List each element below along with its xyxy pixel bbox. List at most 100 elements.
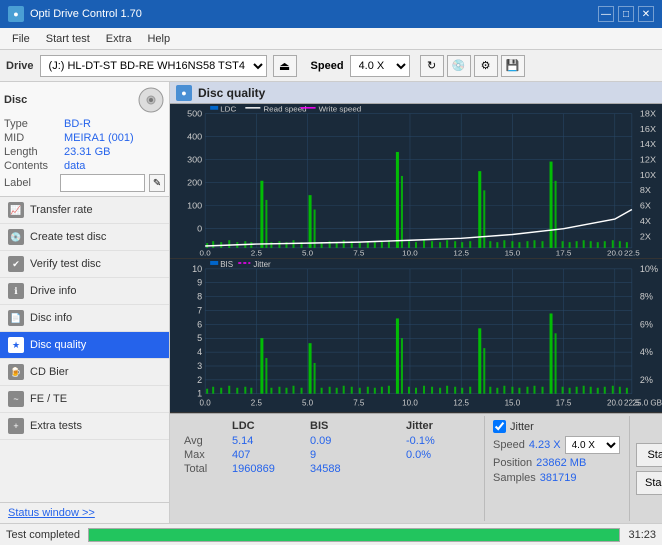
start-full-button[interactable]: Start full	[636, 443, 662, 467]
sidebar-item-disc-info[interactable]: 📄 Disc info	[0, 305, 169, 332]
progress-bar-fill	[89, 529, 619, 541]
speed-stat-label: Speed	[493, 439, 525, 451]
svg-text:2.5: 2.5	[251, 249, 263, 258]
svg-text:2%: 2%	[640, 374, 653, 384]
svg-text:4%: 4%	[640, 347, 653, 357]
disc-quality-header-icon: ●	[176, 85, 192, 101]
nav-label-cd-bier: CD Bier	[30, 366, 69, 378]
progress-bar-container	[88, 528, 620, 542]
nav-label-disc-quality: Disc quality	[30, 339, 86, 351]
svg-text:12X: 12X	[640, 155, 656, 165]
menu-help[interactable]: Help	[139, 31, 178, 47]
sidebar-item-extra-tests[interactable]: + Extra tests	[0, 413, 169, 440]
speed-stat-select[interactable]: 4.0 X	[565, 436, 620, 454]
svg-text:Write speed: Write speed	[319, 105, 362, 114]
jitter-checkbox[interactable]	[493, 420, 506, 433]
eject-button[interactable]: ⏏	[273, 55, 297, 77]
status-window-button[interactable]: Status window >>	[0, 502, 169, 523]
verify-test-disc-icon: ✔	[8, 256, 24, 272]
avg-ldc: 5.14	[232, 435, 302, 447]
max-bis: 9	[310, 449, 360, 461]
sidebar-item-disc-quality[interactable]: ★ Disc quality	[0, 332, 169, 359]
svg-text:10.0: 10.0	[402, 398, 418, 407]
jitter-col-header: Jitter	[406, 420, 476, 432]
titlebar: ● Opti Drive Control 1.70 — □ ✕	[0, 0, 662, 28]
svg-text:400: 400	[187, 132, 202, 142]
refresh-icon-btn[interactable]: ↻	[420, 55, 444, 77]
total-label: Total	[184, 463, 224, 475]
svg-text:3: 3	[197, 360, 202, 370]
disc-icon	[137, 86, 165, 114]
settings-icon-btn[interactable]: ⚙	[474, 55, 498, 77]
drive-select[interactable]: (J:) HL-DT-ST BD-RE WH16NS58 TST4	[40, 55, 267, 77]
speed-label: Speed	[311, 60, 344, 72]
svg-text:7: 7	[197, 305, 202, 315]
transfer-rate-icon: 📈	[8, 202, 24, 218]
samples-label: Samples	[493, 472, 536, 484]
svg-text:10X: 10X	[640, 170, 656, 180]
menubar: File Start test Extra Help	[0, 28, 662, 50]
total-bis: 34588	[310, 463, 360, 475]
sidebar-item-drive-info[interactable]: ℹ Drive info	[0, 278, 169, 305]
svg-text:0.0: 0.0	[200, 249, 212, 258]
svg-text:2X: 2X	[640, 231, 651, 241]
svg-text:Jitter: Jitter	[253, 259, 271, 268]
bis-col-header: BIS	[310, 420, 360, 432]
save-icon-btn[interactable]: 💾	[501, 55, 525, 77]
minimize-button[interactable]: —	[598, 6, 614, 22]
svg-text:1: 1	[197, 388, 202, 398]
nav-label-extra-tests: Extra tests	[30, 420, 82, 432]
nav-label-drive-info: Drive info	[30, 285, 76, 297]
svg-text:4: 4	[197, 347, 202, 357]
svg-text:9: 9	[197, 277, 202, 287]
close-button[interactable]: ✕	[638, 6, 654, 22]
menu-extra[interactable]: Extra	[98, 31, 140, 47]
right-stats: Jitter Speed 4.23 X 4.0 X Position 23862…	[484, 416, 629, 521]
stats-bar: LDC BIS Jitter Avg 5.14 0.09 -0.1% Max 4…	[170, 413, 662, 523]
menu-file[interactable]: File	[4, 31, 38, 47]
svg-text:15.0: 15.0	[505, 398, 521, 407]
contents-value: data	[64, 160, 85, 172]
avg-bis: 0.09	[310, 435, 360, 447]
sidebar-item-fe-te[interactable]: ~ FE / TE	[0, 386, 169, 413]
disc-info-icon: 📄	[8, 310, 24, 326]
label-edit-button[interactable]: ✎	[149, 174, 165, 192]
svg-text:200: 200	[187, 178, 202, 188]
svg-text:8: 8	[197, 291, 202, 301]
menu-start-test[interactable]: Start test	[38, 31, 98, 47]
max-ldc: 407	[232, 449, 302, 461]
label-input[interactable]	[60, 174, 145, 192]
maximize-button[interactable]: □	[618, 6, 634, 22]
jitter-checkbox-label: Jitter	[510, 421, 534, 433]
ldc-col-header: LDC	[232, 420, 302, 432]
sidebar-item-cd-bier[interactable]: 🍺 CD Bier	[0, 359, 169, 386]
start-part-button[interactable]: Start part	[636, 471, 662, 495]
sidebar-item-transfer-rate[interactable]: 📈 Transfer rate	[0, 197, 169, 224]
sidebar-item-verify-test-disc[interactable]: ✔ Verify test disc	[0, 251, 169, 278]
svg-text:10.0: 10.0	[402, 249, 418, 258]
svg-text:6: 6	[197, 319, 202, 329]
sidebar-item-create-test-disc[interactable]: 💿 Create test disc	[0, 224, 169, 251]
disc-quality-icon: ★	[8, 337, 24, 353]
nav-items: 📈 Transfer rate 💿 Create test disc ✔ Ver…	[0, 197, 169, 502]
content-area: ● Disc quality	[170, 82, 662, 523]
svg-text:4X: 4X	[640, 216, 651, 226]
svg-text:0: 0	[197, 224, 202, 234]
nav-label-disc-info: Disc info	[30, 312, 72, 324]
svg-text:15.0: 15.0	[505, 249, 521, 258]
disc-panel: Disc Type BD-R MID MEIRA1 (001) Length 2…	[0, 82, 169, 197]
nav-label-create-test-disc: Create test disc	[30, 231, 106, 243]
cd-bier-icon: 🍺	[8, 364, 24, 380]
svg-text:22.5: 22.5	[624, 249, 640, 258]
length-label: Length	[4, 146, 64, 158]
svg-text:5.0: 5.0	[302, 249, 314, 258]
drive-label: Drive	[6, 60, 34, 72]
app-title: Opti Drive Control 1.70	[30, 8, 142, 20]
disc-icon-btn[interactable]: 💿	[447, 55, 471, 77]
speed-select[interactable]: 4.0 X	[350, 55, 410, 77]
samples-val: 381719	[540, 472, 577, 484]
svg-text:17.5: 17.5	[556, 398, 572, 407]
svg-text:6%: 6%	[640, 319, 653, 329]
svg-text:100: 100	[187, 201, 202, 211]
contents-label: Contents	[4, 160, 64, 172]
